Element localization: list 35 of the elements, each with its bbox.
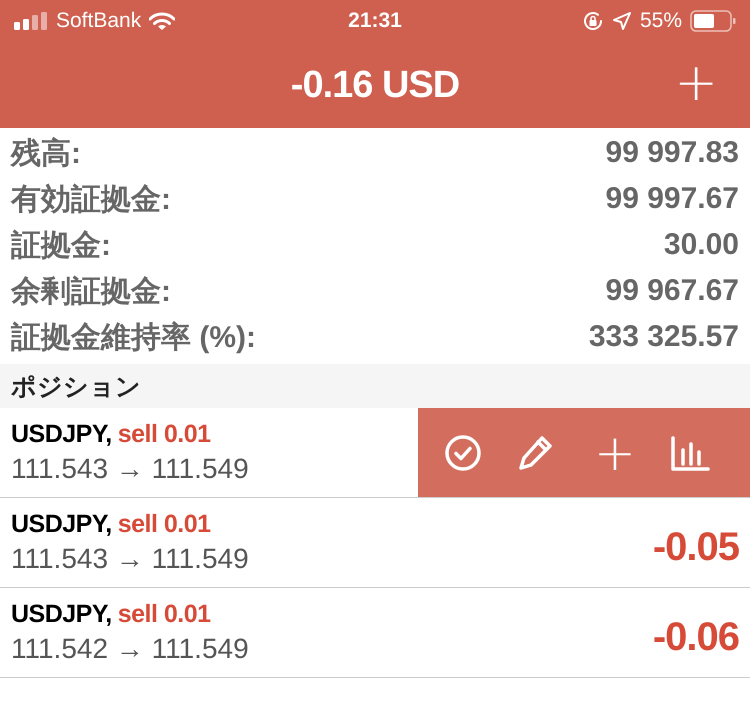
position-prices: 111.543 → 111.549 xyxy=(11,453,249,485)
position-symbol: USDJPY, xyxy=(11,510,112,539)
position-symbol: USDJPY, xyxy=(11,600,112,629)
location-arrow-icon xyxy=(612,11,632,31)
battery-percent: 55% xyxy=(640,9,682,33)
status-time: 21:31 xyxy=(348,9,402,33)
summary-label: 余剰証拠金: xyxy=(11,274,171,310)
check-circle-icon[interactable] xyxy=(444,434,482,472)
carrier-name: SoftBank xyxy=(56,9,142,33)
signal-icon xyxy=(14,12,48,30)
position-prices: 111.543 → 111.549 xyxy=(11,543,249,575)
position-profit: -0.06 xyxy=(652,615,739,660)
summary-label: 証拠金維持率 (%): xyxy=(11,320,256,356)
summary-value: 99 967.67 xyxy=(606,274,739,308)
summary-label: 証拠金: xyxy=(11,228,111,264)
rotation-lock-icon xyxy=(582,10,604,32)
summary-value: 99 997.67 xyxy=(606,182,739,216)
summary-label: 有効証拠金: xyxy=(11,182,171,218)
position-side: sell 0.01 xyxy=(118,600,211,629)
add-button[interactable]: + xyxy=(594,430,636,476)
summary-label: 残高: xyxy=(11,136,81,172)
battery-icon xyxy=(690,10,736,32)
bar-chart-icon[interactable] xyxy=(670,434,710,472)
summary-value: 99 997.83 xyxy=(606,136,739,170)
wifi-icon xyxy=(149,12,176,30)
summary-value: 333 325.57 xyxy=(588,320,739,354)
position-profit: -0.05 xyxy=(652,525,739,570)
section-title: ポジション xyxy=(11,372,141,402)
position-symbol: USDJPY, xyxy=(11,420,112,449)
header-title: -0.16 USD xyxy=(290,64,460,106)
position-side: sell 0.01 xyxy=(118,510,211,539)
summary-value: 30.00 xyxy=(664,228,739,262)
add-button[interactable]: + xyxy=(674,58,718,108)
position-prices: 111.542 → 111.549 xyxy=(11,633,249,665)
position-side: sell 0.01 xyxy=(118,420,211,449)
